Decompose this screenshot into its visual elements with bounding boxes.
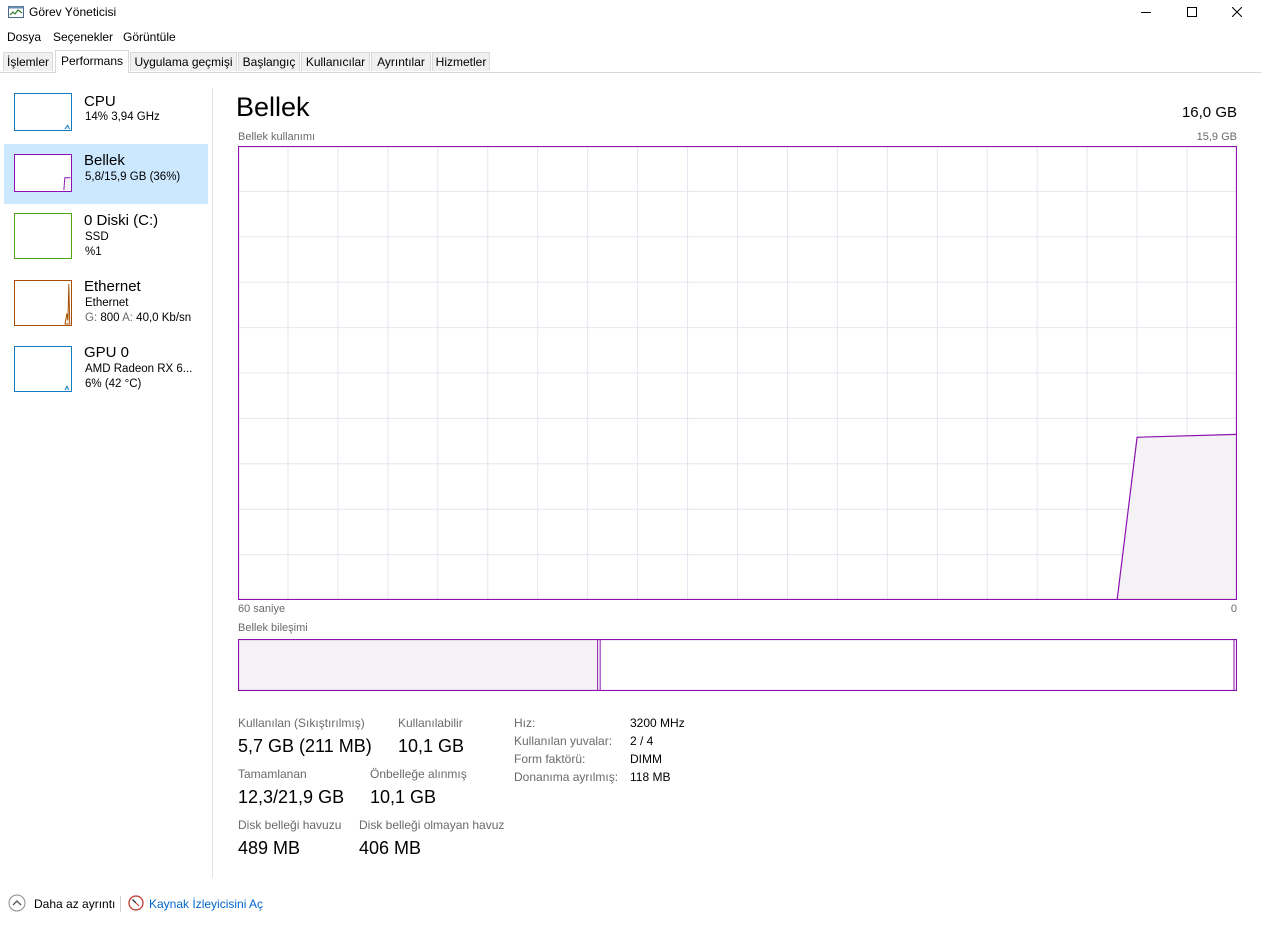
- memory-composition-bar: [238, 639, 1237, 691]
- slots-label: Kullanılan yuvalar:: [514, 734, 613, 748]
- tab-users[interactable]: Kullanıcılar: [301, 52, 370, 71]
- hardware-reserved-value: 118 MB: [630, 770, 671, 784]
- nonpaged-pool-label: Disk belleği olmayan havuz: [359, 818, 505, 832]
- paged-pool-value: 489 MB: [238, 838, 301, 858]
- close-icon: [1232, 7, 1242, 17]
- in-use-value: 5,7 GB (211 MB): [238, 736, 372, 756]
- window-title: Görev Yöneticisi: [29, 5, 117, 19]
- sidebar-item-ethernet[interactable]: Ethernet Ethernet G: 800 A: 40,0 Kb/sn: [4, 274, 208, 336]
- in-use-label: Kullanılan (Sıkıştırılmış): [238, 716, 365, 730]
- tab-app-history[interactable]: Uygulama geçmişi: [130, 52, 237, 71]
- sidebar-item-disk[interactable]: 0 Diski (C:) SSD %1: [4, 208, 208, 270]
- ethernet-thumbnail: [14, 280, 72, 326]
- tab-strip: İşlemler Performans Uygulama geçmişi Baş…: [0, 50, 1261, 73]
- nonpaged-pool-value: 406 MB: [359, 838, 422, 858]
- ethernet-throughput: G: 800 A: 40,0 Kb/sn: [85, 311, 191, 326]
- sidebar-item-detail: 14% 3,94 GHz: [85, 111, 160, 123]
- chevron-up-icon[interactable]: [8, 894, 26, 912]
- paged-pool-label: Disk belleği havuzu: [238, 818, 342, 832]
- memory-usage-chart: [238, 146, 1237, 600]
- minimize-button[interactable]: [1123, 0, 1169, 24]
- sidebar-item-detail: Ethernet: [85, 297, 129, 309]
- form-factor-value: DIMM: [630, 752, 662, 766]
- sidebar-item-title: GPU 0: [84, 344, 130, 361]
- available-label: Kullanılabilir: [398, 716, 463, 730]
- maximize-button[interactable]: [1169, 0, 1215, 24]
- usage-chart-label: Bellek kullanımı: [238, 131, 316, 143]
- cpu-thumbnail: [14, 93, 72, 131]
- menu-file[interactable]: Dosya: [7, 30, 41, 44]
- x-axis-right-label: 0: [1230, 603, 1237, 615]
- page-title: Bellek: [236, 92, 310, 122]
- disk-thumbnail: [14, 213, 72, 259]
- speed-value: 3200 MHz: [630, 716, 685, 730]
- resource-monitor-icon: [128, 895, 144, 911]
- sidebar-item-detail: 5,8/15,9 GB (36%): [85, 171, 181, 183]
- sidebar-item-title: Bellek: [84, 152, 125, 169]
- sidebar-item-cpu[interactable]: CPU 14% 3,94 GHz: [4, 88, 208, 144]
- hardware-reserved-label: Donanıma ayrılmış:: [514, 770, 619, 784]
- slots-value: 2 / 4: [630, 734, 654, 748]
- x-axis-left-label: 60 saniye: [238, 603, 286, 615]
- title-bar: Görev Yöneticisi: [0, 0, 1261, 26]
- sidebar-item-title: Ethernet: [84, 278, 141, 295]
- sidebar-item-detail-2: 6% (42 °C): [85, 378, 142, 390]
- cached-label: Önbelleğe alınmış: [370, 767, 467, 781]
- speed-label: Hız:: [514, 716, 536, 730]
- receive-value: 40,0 Kb/sn: [136, 312, 192, 324]
- close-button[interactable]: [1214, 0, 1260, 24]
- tab-performance[interactable]: Performans: [55, 50, 129, 73]
- gpu-thumbnail: [14, 346, 72, 392]
- less-details-button[interactable]: Daha az ayrıntı: [34, 897, 115, 911]
- send-label: G:: [85, 312, 98, 324]
- in-use-segment: [238, 639, 598, 691]
- tab-details[interactable]: Ayrıntılar: [371, 52, 431, 71]
- menu-view[interactable]: Görüntüle: [123, 30, 176, 44]
- resource-sidebar: CPU 14% 3,94 GHz Bellek 5,8/15,9 GB (36%…: [0, 88, 213, 878]
- sidebar-item-detail-2: %1: [85, 246, 102, 258]
- send-value: 800: [100, 312, 120, 324]
- cached-value: 10,1 GB: [370, 787, 437, 807]
- footer-divider: [120, 896, 121, 912]
- footer: Daha az ayrıntı Kaynak İzleyicisini Aç: [0, 890, 1261, 918]
- minimize-icon: [1141, 12, 1151, 13]
- menu-bar: Dosya Seçenekler Görüntüle: [0, 28, 1261, 46]
- maximize-icon: [1187, 7, 1197, 17]
- usage-chart-max: 15,9 GB: [1196, 131, 1237, 143]
- tab-services[interactable]: Hizmetler: [432, 52, 490, 71]
- tab-processes[interactable]: İşlemler: [3, 52, 53, 71]
- total-memory: 16,0 GB: [1181, 104, 1237, 121]
- committed-value: 12,3/21,9 GB: [238, 787, 345, 807]
- form-factor-label: Form faktörü:: [514, 752, 586, 766]
- receive-label: A:: [122, 312, 133, 324]
- sidebar-item-detail: AMD Radeon RX 6...: [85, 363, 193, 375]
- sidebar-item-detail: SSD: [85, 231, 109, 243]
- sidebar-item-title: CPU: [84, 93, 116, 110]
- sidebar-item-gpu[interactable]: GPU 0 AMD Radeon RX 6... 6% (42 °C): [4, 340, 208, 400]
- tab-startup[interactable]: Başlangıç: [238, 52, 300, 71]
- task-manager-icon: [8, 6, 24, 18]
- menu-options[interactable]: Seçenekler: [53, 30, 113, 44]
- available-value: 10,1 GB: [398, 736, 465, 756]
- memory-thumbnail: [14, 154, 72, 192]
- composition-label: Bellek bileşimi: [238, 622, 308, 634]
- sidebar-item-title: 0 Diski (C:): [84, 212, 159, 229]
- committed-label: Tamamlanan: [238, 767, 307, 781]
- sidebar-item-memory[interactable]: Bellek 5,8/15,9 GB (36%): [4, 144, 208, 204]
- open-resource-monitor-link[interactable]: Kaynak İzleyicisini Aç: [149, 897, 263, 911]
